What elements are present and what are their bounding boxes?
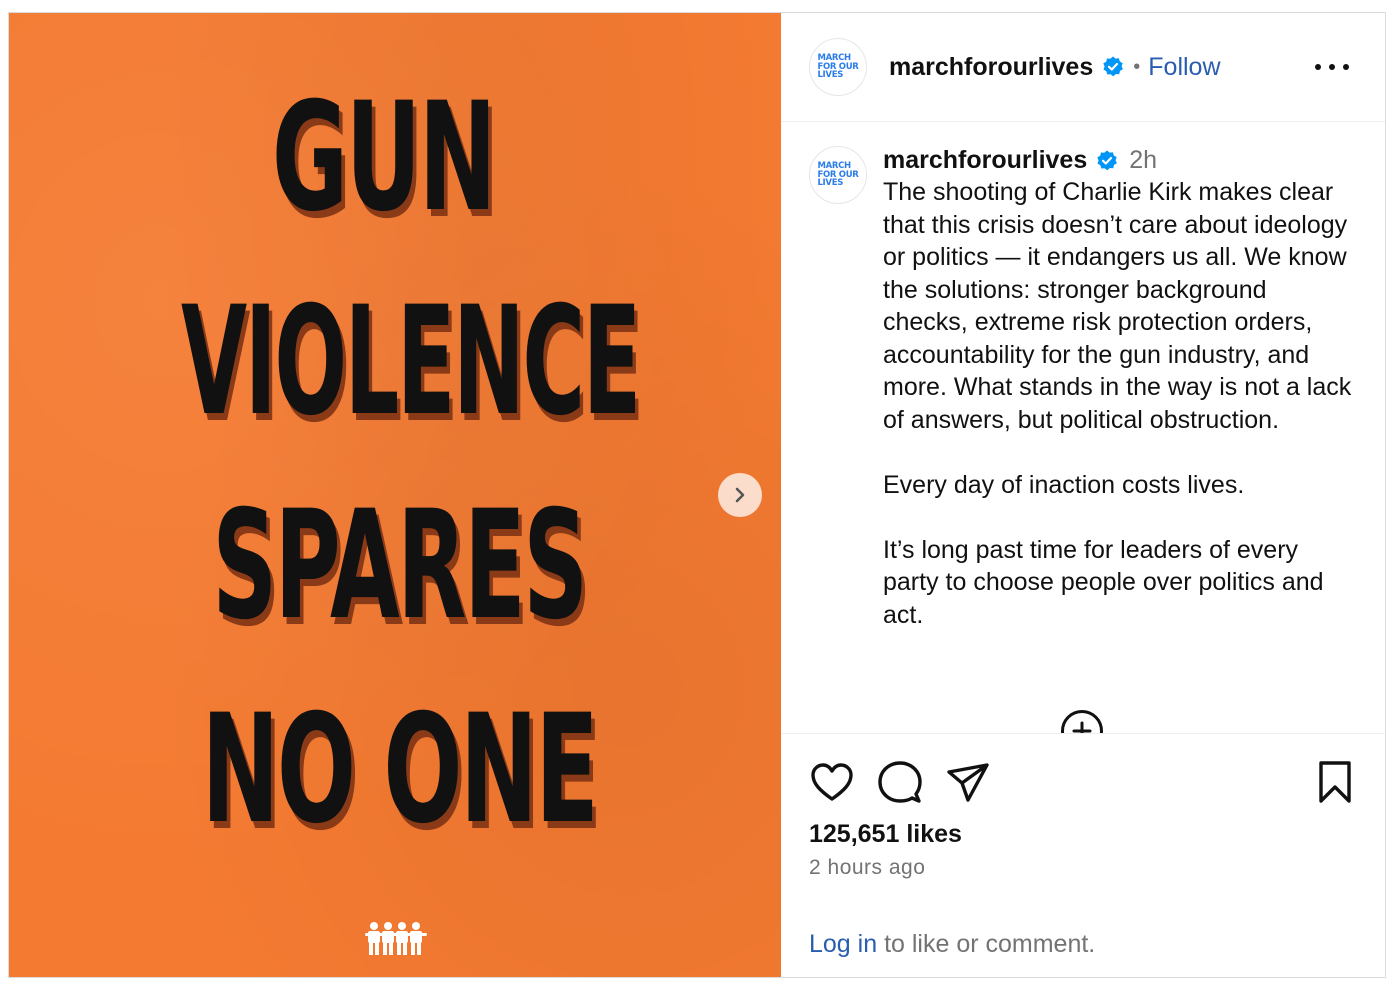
post-time-ago[interactable]: 2 hours ago [809, 856, 925, 880]
separator-dot: • [1133, 55, 1141, 78]
likes-count[interactable]: 125,651 likes [809, 820, 962, 849]
comment-icon[interactable] [877, 760, 923, 806]
caption-timestamp[interactable]: 2h [1129, 146, 1157, 174]
action-bar [809, 760, 991, 806]
avatar-logo-line: LIVES [817, 178, 844, 189]
post-header: MARCH FOR OUR LIVES marchforourlives • F… [781, 13, 1385, 122]
login-prompt: Log in to like or comment. [809, 930, 1095, 959]
load-more-comments-button[interactable] [1061, 710, 1103, 733]
caption-area: MARCH FOR OUR LIVES marchforourlives 2h … [781, 122, 1385, 733]
avatar-logo-text: MARCH FOR OUR LIVES [817, 54, 858, 80]
image-headline: GUN VIOLENCE SPARES NO ONE [9, 13, 781, 977]
bookmark-icon[interactable] [1315, 760, 1355, 804]
post-sidebar: MARCH FOR OUR LIVES marchforourlives • F… [781, 13, 1385, 977]
chevron-right-icon [735, 487, 745, 503]
login-link[interactable]: Log in [809, 930, 877, 958]
people-group-icon [365, 922, 427, 955]
headline-line-3: SPARES [212, 479, 588, 653]
login-suffix: to like or comment. [877, 930, 1096, 958]
avatar-logo-text: MARCH FOR OUR LIVES [817, 162, 858, 188]
avatar-logo-line: LIVES [817, 70, 844, 81]
headline-line-2: VIOLENCE [180, 275, 641, 449]
heart-icon[interactable] [809, 760, 855, 806]
caption-row: MARCH FOR OUR LIVES marchforourlives 2h … [809, 144, 1361, 631]
caption-body: marchforourlives 2h The shooting of Char… [883, 144, 1353, 631]
headline-line-4: NO ONE [201, 683, 599, 857]
verified-badge-icon [1097, 150, 1118, 171]
caption-head: marchforourlives 2h [883, 144, 1353, 176]
verified-badge-icon [1103, 56, 1124, 77]
post-actions: 125,651 likes 2 hours ago Log in to like… [781, 733, 1385, 977]
avatar[interactable]: MARCH FOR OUR LIVES [809, 38, 867, 96]
post-image[interactable]: GUN VIOLENCE SPARES NO ONE [9, 13, 781, 977]
caption-username[interactable]: marchforourlives [883, 146, 1087, 174]
plus-circle-icon [1072, 721, 1092, 733]
caption-avatar[interactable]: MARCH FOR OUR LIVES [809, 146, 867, 204]
more-options-icon[interactable] [1315, 53, 1349, 81]
follow-button[interactable]: Follow [1148, 53, 1220, 82]
instagram-post: GUN VIOLENCE SPARES NO ONE MARCH FOR OUR… [8, 12, 1386, 978]
headline-line-1: GUN [271, 71, 497, 245]
caption-text: The shooting of Charlie Kirk makes clear… [883, 178, 1352, 629]
header-username[interactable]: marchforourlives [889, 53, 1093, 82]
next-image-button[interactable] [718, 473, 762, 517]
share-icon[interactable] [945, 760, 991, 806]
